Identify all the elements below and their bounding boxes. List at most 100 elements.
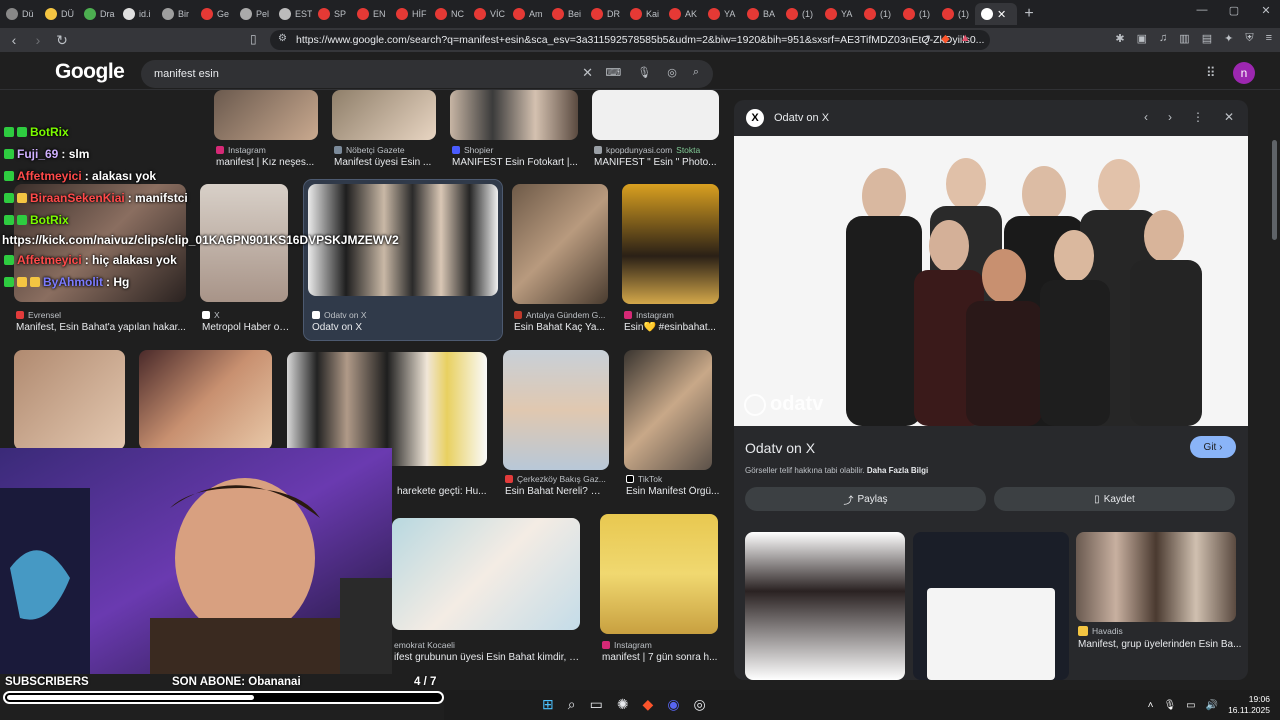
search-icon[interactable]: ⌕ xyxy=(693,66,699,79)
result-title[interactable]: Esin Bahat Kaç Ya... xyxy=(514,322,610,333)
browser-tab-active[interactable]: ✕ xyxy=(975,3,1017,25)
result-card[interactable]: Instagram Esin💛 #esinbahat... xyxy=(622,184,720,336)
result-title[interactable]: ifest grubunun üyesi Esin Bahat kimdir, … xyxy=(394,652,584,663)
result-title[interactable]: manifest | Kız neşes... xyxy=(216,157,320,168)
result-card[interactable]: Instagram manifest | 7 gün sonra h... xyxy=(600,514,720,668)
result-thumbnail[interactable] xyxy=(332,90,436,140)
result-thumbnail[interactable] xyxy=(14,350,125,450)
result-card-selected[interactable]: Odatv on X Odatv on X xyxy=(303,179,503,341)
brave-icon[interactable]: ◆ xyxy=(643,696,654,713)
ai-icon[interactable]: ✦ xyxy=(1224,32,1233,45)
browser-tab[interactable]: id.i xyxy=(117,3,156,25)
next-image-icon[interactable]: › xyxy=(1168,110,1172,124)
result-title[interactable]: harekete geçti: Hu... xyxy=(397,486,489,497)
browser-tab[interactable]: YA xyxy=(819,3,858,25)
visit-button[interactable]: Git › xyxy=(1190,436,1236,458)
close-panel-icon[interactable]: ✕ xyxy=(1224,110,1234,124)
search-icon[interactable]: ⌕ xyxy=(568,696,576,713)
result-card[interactable]: Antalya Gündem G... Esin Bahat Kaç Ya... xyxy=(512,184,608,336)
browser-tab[interactable]: BA xyxy=(741,3,780,25)
lens-icon[interactable]: ◎ xyxy=(667,66,677,79)
result-card[interactable]: Çerkezköy Bakış Gaz... Esin Bahat Nereli… xyxy=(503,350,611,500)
browser-tab[interactable]: VİC xyxy=(468,3,507,25)
browser-tab[interactable]: SP xyxy=(312,3,351,25)
result-card[interactable] xyxy=(139,350,273,450)
chatgpt-icon[interactable]: ✺ xyxy=(617,696,629,713)
music-icon[interactable]: ♫ xyxy=(1159,32,1167,45)
brave-shield-icon[interactable]: ◆ xyxy=(941,32,949,45)
result-thumbnail[interactable] xyxy=(592,90,719,140)
result-thumbnail[interactable] xyxy=(512,184,608,304)
volume-icon[interactable]: 🔊 xyxy=(1206,700,1218,711)
browser-tab[interactable]: (1) xyxy=(780,3,819,25)
keyboard-icon[interactable]: ⌨ xyxy=(605,66,621,79)
obs-icon[interactable]: ◎ xyxy=(694,696,706,713)
result-title[interactable]: Odatv on X xyxy=(312,322,492,333)
clear-search-icon[interactable]: ✕ xyxy=(582,65,593,81)
result-title[interactable]: Manifest üyesi Esin ... xyxy=(334,157,438,168)
browser-tab[interactable]: (1) xyxy=(858,3,897,25)
result-title[interactable]: manifest | 7 gün sonra h... xyxy=(602,652,722,663)
result-card[interactable] xyxy=(14,350,126,450)
close-tab-icon[interactable]: ✕ xyxy=(997,8,1006,21)
browser-tab[interactable]: Kai xyxy=(624,3,663,25)
result-title[interactable]: Esin💛 #esinbahat... xyxy=(624,322,722,333)
microphone-icon[interactable]: 🎙 xyxy=(637,66,651,79)
result-thumbnail[interactable] xyxy=(214,90,318,140)
reload-icon[interactable]: ↻ xyxy=(52,32,72,49)
browser-tab[interactable]: EST xyxy=(273,3,312,25)
discord-icon[interactable]: ◉ xyxy=(667,696,679,713)
learn-more-link[interactable]: Daha Fazla Bilgi xyxy=(867,466,928,475)
related-title[interactable]: Manifest, grup üyelerinden Esin Ba... xyxy=(1078,639,1241,650)
result-thumbnail[interactable] xyxy=(392,518,580,630)
browser-tab[interactable]: AK xyxy=(663,3,702,25)
back-icon[interactable]: ‹ xyxy=(4,32,24,48)
sidebar-icon[interactable]: ▥ xyxy=(1179,32,1189,45)
result-title[interactable]: Metropol Haber on... xyxy=(202,322,292,333)
clock[interactable]: 19:06 16.11.2025 xyxy=(1228,694,1270,716)
result-thumbnail[interactable] xyxy=(450,90,578,140)
google-apps-icon[interactable]: ⠿ xyxy=(1206,65,1216,81)
new-tab-button[interactable]: + xyxy=(1017,5,1041,23)
browser-tab[interactable]: DR xyxy=(585,3,624,25)
result-card[interactable]: Nöbetçi Gazete Manifest üyesi Esin ... xyxy=(332,90,436,170)
preview-image[interactable]: odatv xyxy=(734,136,1248,426)
result-card[interactable]: Shopier MANIFEST Esin Fotokart |... xyxy=(450,90,580,170)
browser-tab[interactable]: Dü xyxy=(0,3,39,25)
browser-tab[interactable]: Pel xyxy=(234,3,273,25)
vpn-icon[interactable]: ⛨ xyxy=(1245,32,1253,45)
prev-image-icon[interactable]: ‹ xyxy=(1144,110,1148,124)
close-window-icon[interactable]: ✕ xyxy=(1260,4,1272,17)
browser-tab[interactable]: DÜ xyxy=(39,3,78,25)
share-button[interactable]: ⤴ Paylaş xyxy=(745,487,986,511)
result-thumbnail[interactable] xyxy=(622,184,719,304)
tray-expand-icon[interactable]: ˄ xyxy=(1148,700,1154,711)
result-card[interactable]: X Metropol Haber on... xyxy=(200,184,292,336)
menu-icon[interactable]: ≡ xyxy=(1266,32,1272,45)
browser-tab[interactable]: Dra xyxy=(78,3,117,25)
address-bar[interactable]: ⚙ https://www.google.com/search?q=manife… xyxy=(270,30,990,50)
extensions-icon[interactable]: ✱ xyxy=(1115,32,1124,45)
start-icon[interactable]: ⊞ xyxy=(542,696,554,713)
related-image[interactable] xyxy=(1076,532,1236,622)
browser-tab[interactable]: Bei xyxy=(546,3,585,25)
result-thumbnail[interactable] xyxy=(139,350,272,450)
result-card[interactable]: kpopdunyasi.com Stokta MANIFEST " Esin " … xyxy=(592,90,720,170)
browser-tab[interactable]: EN xyxy=(351,3,390,25)
result-thumbnail[interactable] xyxy=(624,350,712,470)
browser-tab[interactable]: (1) xyxy=(897,3,936,25)
browser-tab[interactable]: (1) xyxy=(936,3,975,25)
screenshot-icon[interactable]: ▣ xyxy=(1137,32,1147,45)
google-logo[interactable]: Google xyxy=(55,60,125,84)
minimize-icon[interactable]: — xyxy=(1196,4,1208,17)
result-title[interactable]: MANIFEST Esin Fotokart |... xyxy=(452,157,580,168)
browser-tab[interactable]: Bir xyxy=(156,3,195,25)
share-icon[interactable]: ↗ xyxy=(922,32,931,45)
result-title[interactable]: Esin Manifest Örgü... xyxy=(626,486,722,497)
search-input[interactable]: manifest esin ✕ ⌨ 🎙 ◎ ⌕ xyxy=(141,60,713,88)
result-card[interactable]: emokrat Kocaeli ifest grubunun üyesi Esi… xyxy=(392,518,584,668)
result-card[interactable]: Instagram manifest | Kız neşes... xyxy=(214,90,318,170)
result-title[interactable]: Esin Bahat Nereli? M... xyxy=(505,486,605,497)
site-info-icon[interactable]: ⚙ xyxy=(278,33,287,44)
result-title[interactable]: Manifest, Esin Bahat'a yapılan hakar... xyxy=(16,322,188,333)
